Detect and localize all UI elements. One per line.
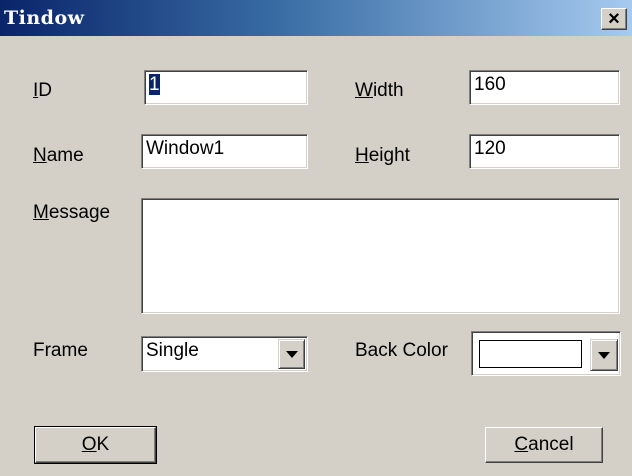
back-color-swatch <box>479 340 582 368</box>
width-value: 160 <box>474 74 506 95</box>
frame-selected-value: Single <box>146 340 199 361</box>
height-field[interactable]: 120 <box>469 134 620 169</box>
title-bar[interactable]: Tindow × <box>0 0 632 36</box>
message-textarea[interactable] <box>141 198 620 314</box>
close-icon: × <box>608 8 620 30</box>
frame-dropdown-button[interactable] <box>278 339 305 369</box>
message-label: Message <box>33 202 111 223</box>
name-label: Name <box>33 145 84 166</box>
height-label: Height <box>355 145 410 166</box>
chevron-down-icon <box>285 350 298 358</box>
cancel-button[interactable]: Cancel <box>485 427 603 463</box>
back-color-dropdown-button[interactable] <box>590 339 618 371</box>
id-label: ID <box>33 80 53 101</box>
back-color-label: Back Color <box>355 340 448 361</box>
height-value: 120 <box>474 138 506 159</box>
chevron-down-icon <box>598 351 610 359</box>
window-title: Tindow <box>4 7 85 29</box>
frame-label: Frame <box>33 340 88 361</box>
width-field[interactable]: 160 <box>469 70 620 105</box>
name-field[interactable]: Window1 <box>141 134 308 169</box>
id-field[interactable]: 1 <box>144 70 308 105</box>
width-label: Width <box>355 80 404 101</box>
name-value: Window1 <box>146 138 225 159</box>
close-button[interactable]: × <box>601 8 627 30</box>
ok-button[interactable]: OK <box>34 426 157 464</box>
id-value: 1 <box>149 74 160 95</box>
